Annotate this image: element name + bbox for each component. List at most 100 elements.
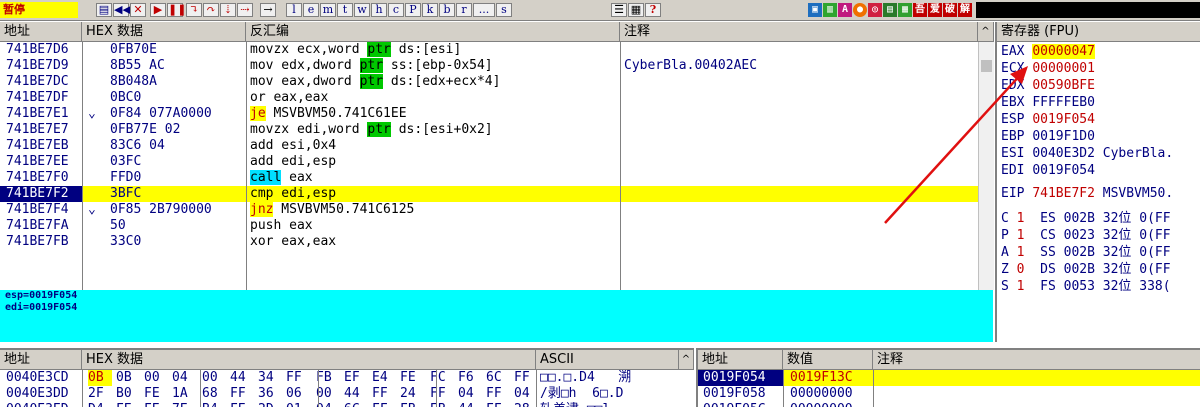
- disasm-header-address[interactable]: 地址: [0, 22, 82, 42]
- disasm-row[interactable]: 741BE7FA 50 push eax: [0, 218, 978, 234]
- cn-button-wu[interactable]: 吾: [913, 3, 927, 17]
- dump-byte[interactable]: 00: [144, 370, 168, 386]
- window-button-11[interactable]: ...: [473, 3, 495, 17]
- dump-byte[interactable]: 0B: [116, 370, 140, 386]
- dump-byte[interactable]: 2F: [88, 386, 112, 402]
- dump-byte[interactable]: FF: [486, 386, 510, 402]
- window-button-6[interactable]: c: [388, 3, 404, 17]
- dump-byte[interactable]: 44: [230, 370, 254, 386]
- open-icon[interactable]: ▤: [96, 3, 112, 17]
- dump-header-hex[interactable]: HEX 数据: [82, 350, 536, 370]
- window-button-4[interactable]: w: [354, 3, 370, 17]
- step-over-icon[interactable]: ↷: [203, 3, 219, 17]
- registers-header[interactable]: 寄存器 (FPU): [997, 22, 1200, 42]
- grid-icon[interactable]: ▦: [628, 3, 644, 17]
- dump-byte[interactable]: 36: [258, 386, 282, 402]
- window-button-10[interactable]: r: [456, 3, 472, 17]
- dump-byte[interactable]: 24: [400, 386, 424, 402]
- dump-byte[interactable]: EF: [344, 370, 368, 386]
- flag-row[interactable]: P 1 CS 0023 32位 0(FF: [1001, 228, 1200, 244]
- plugin-icon-1[interactable]: ▣: [808, 3, 822, 17]
- dump-byte[interactable]: 06: [286, 386, 310, 402]
- disasm-row[interactable]: 741BE7EE 03FC add edi,esp: [0, 154, 978, 170]
- disasm-row[interactable]: 741BE7D9 8B55 AC mov edx,dword ptr ss:[ebp…: [0, 58, 978, 74]
- stack-row[interactable]: 0019F054 0019F13C: [698, 370, 1200, 386]
- register-value[interactable]: 00000001: [1032, 61, 1095, 76]
- dump-byte[interactable]: 00: [202, 370, 226, 386]
- dump-byte[interactable]: 68: [202, 386, 226, 402]
- dump-byte[interactable]: FF: [430, 386, 454, 402]
- trace-into-icon[interactable]: ⇣: [220, 3, 236, 17]
- step-into-icon[interactable]: ↴: [186, 3, 202, 17]
- dump-byte[interactable]: FB: [316, 370, 340, 386]
- dump-byte[interactable]: FF: [286, 370, 310, 386]
- disasm-row[interactable]: 741BE7F2 3BFC cmp edi,esp: [0, 186, 978, 202]
- disasm-row[interactable]: 741BE7F0 FFD0 call eax: [0, 170, 978, 186]
- plugin-icon-3[interactable]: A: [838, 3, 852, 17]
- dump-byte[interactable]: FC: [430, 370, 454, 386]
- register-eax[interactable]: EAX 00000047: [1001, 44, 1200, 60]
- dump-header-address[interactable]: 地址: [0, 350, 82, 370]
- register-value[interactable]: 741BE7F2: [1032, 186, 1095, 201]
- stack-header-comment[interactable]: 注释: [873, 350, 1200, 370]
- dump-byte[interactable]: 1A: [172, 386, 196, 402]
- stack-header-address[interactable]: 地址: [698, 350, 783, 370]
- window-button-12[interactable]: s: [496, 3, 512, 17]
- plugin-icon-2[interactable]: ▥: [823, 3, 837, 17]
- dump-byte[interactable]: 6C: [486, 370, 510, 386]
- register-value[interactable]: 00000047: [1032, 44, 1095, 59]
- register-value[interactable]: 0040E3D2: [1032, 146, 1095, 161]
- dump-byte[interactable]: B0: [116, 386, 140, 402]
- dump-byte[interactable]: 0B: [88, 370, 112, 386]
- window-button-0[interactable]: l: [286, 3, 302, 17]
- close-icon[interactable]: ✕: [130, 3, 146, 17]
- register-value[interactable]: 0019F1D0: [1032, 129, 1095, 144]
- plugin-icon-6[interactable]: ▤: [883, 3, 897, 17]
- dump-byte[interactable]: FF: [230, 386, 254, 402]
- scroll-up-icon[interactable]: ^: [978, 22, 994, 42]
- dump-scroll-up-icon[interactable]: ^: [679, 350, 694, 370]
- register-value[interactable]: 0019F054: [1032, 112, 1095, 127]
- disasm-row[interactable]: 741BE7FB 33C0 xor eax,eax: [0, 234, 978, 250]
- stack-row[interactable]: 0019F058 00000000: [698, 386, 1200, 402]
- disasm-row[interactable]: 741BE7E1 ⌄ 0F84 077A0000 je MSVBVM50.741C61…: [0, 106, 978, 122]
- flag-row[interactable]: S 1 FS 0053 32位 338(: [1001, 279, 1200, 295]
- dump-byte[interactable]: 04: [458, 386, 482, 402]
- register-value[interactable]: FFFFFEB0: [1032, 95, 1095, 110]
- plugin-icon-7[interactable]: ▦: [898, 3, 912, 17]
- window-button-7[interactable]: P: [405, 3, 421, 17]
- register-value[interactable]: 00590BFE: [1032, 78, 1095, 93]
- rewind-icon[interactable]: ◀◀: [113, 3, 131, 17]
- window-button-5[interactable]: h: [371, 3, 387, 17]
- pause-icon[interactable]: ❚❚: [167, 3, 186, 17]
- disasm-row[interactable]: 741BE7E7 0FB77E 02 movzx edi,word ptr ds:[…: [0, 122, 978, 138]
- cn-button-ai[interactable]: 爱: [928, 3, 942, 17]
- dump-header-ascii[interactable]: ASCII: [536, 350, 679, 370]
- trace-over-icon[interactable]: ⇢: [237, 3, 253, 17]
- disasm-row[interactable]: 741BE7DF 0BC0 or eax,eax: [0, 90, 978, 106]
- dump-byte[interactable]: FF: [514, 370, 538, 386]
- stack-header-value[interactable]: 数值: [783, 350, 873, 370]
- window-button-3[interactable]: t: [337, 3, 353, 17]
- dump-row[interactable]: 0040E3CD 0B 0B 00 04 00 44 34 FF FB EF E4 FE FC F6 6C FF…: [0, 370, 694, 386]
- disasm-row[interactable]: 741BE7DC 8B048A mov eax,dword ptr ds:[edx+…: [0, 74, 978, 90]
- dump-byte[interactable]: F6: [458, 370, 482, 386]
- dump-byte[interactable]: 44: [344, 386, 368, 402]
- dump-byte[interactable]: 04: [172, 370, 196, 386]
- window-button-8[interactable]: k: [422, 3, 438, 17]
- disasm-row[interactable]: 741BE7D6 0FB70E movzx ecx,word ptr ds:[esi…: [0, 42, 978, 58]
- dump-byte[interactable]: E4: [372, 370, 396, 386]
- plugin-icon-5[interactable]: ◎: [868, 3, 882, 17]
- dump-byte[interactable]: FE: [400, 370, 424, 386]
- dump-byte[interactable]: 04: [514, 386, 538, 402]
- disasm-header-hex[interactable]: HEX 数据: [82, 22, 246, 42]
- plugin-icon-4[interactable]: ●: [853, 3, 867, 17]
- dump-byte[interactable]: 34: [258, 370, 282, 386]
- window-button-1[interactable]: e: [303, 3, 319, 17]
- dump-byte[interactable]: 00: [316, 386, 340, 402]
- run-icon[interactable]: ▶: [150, 3, 166, 17]
- flag-row[interactable]: A 1 SS 002B 32位 0(FF: [1001, 245, 1200, 261]
- cn-button-jie[interactable]: 解: [958, 3, 972, 17]
- cn-button-po[interactable]: 破: [943, 3, 957, 17]
- disasm-row[interactable]: 741BE7F4 ⌄ 0F85 2B790000 jnz MSVBVM50.741C6…: [0, 202, 978, 218]
